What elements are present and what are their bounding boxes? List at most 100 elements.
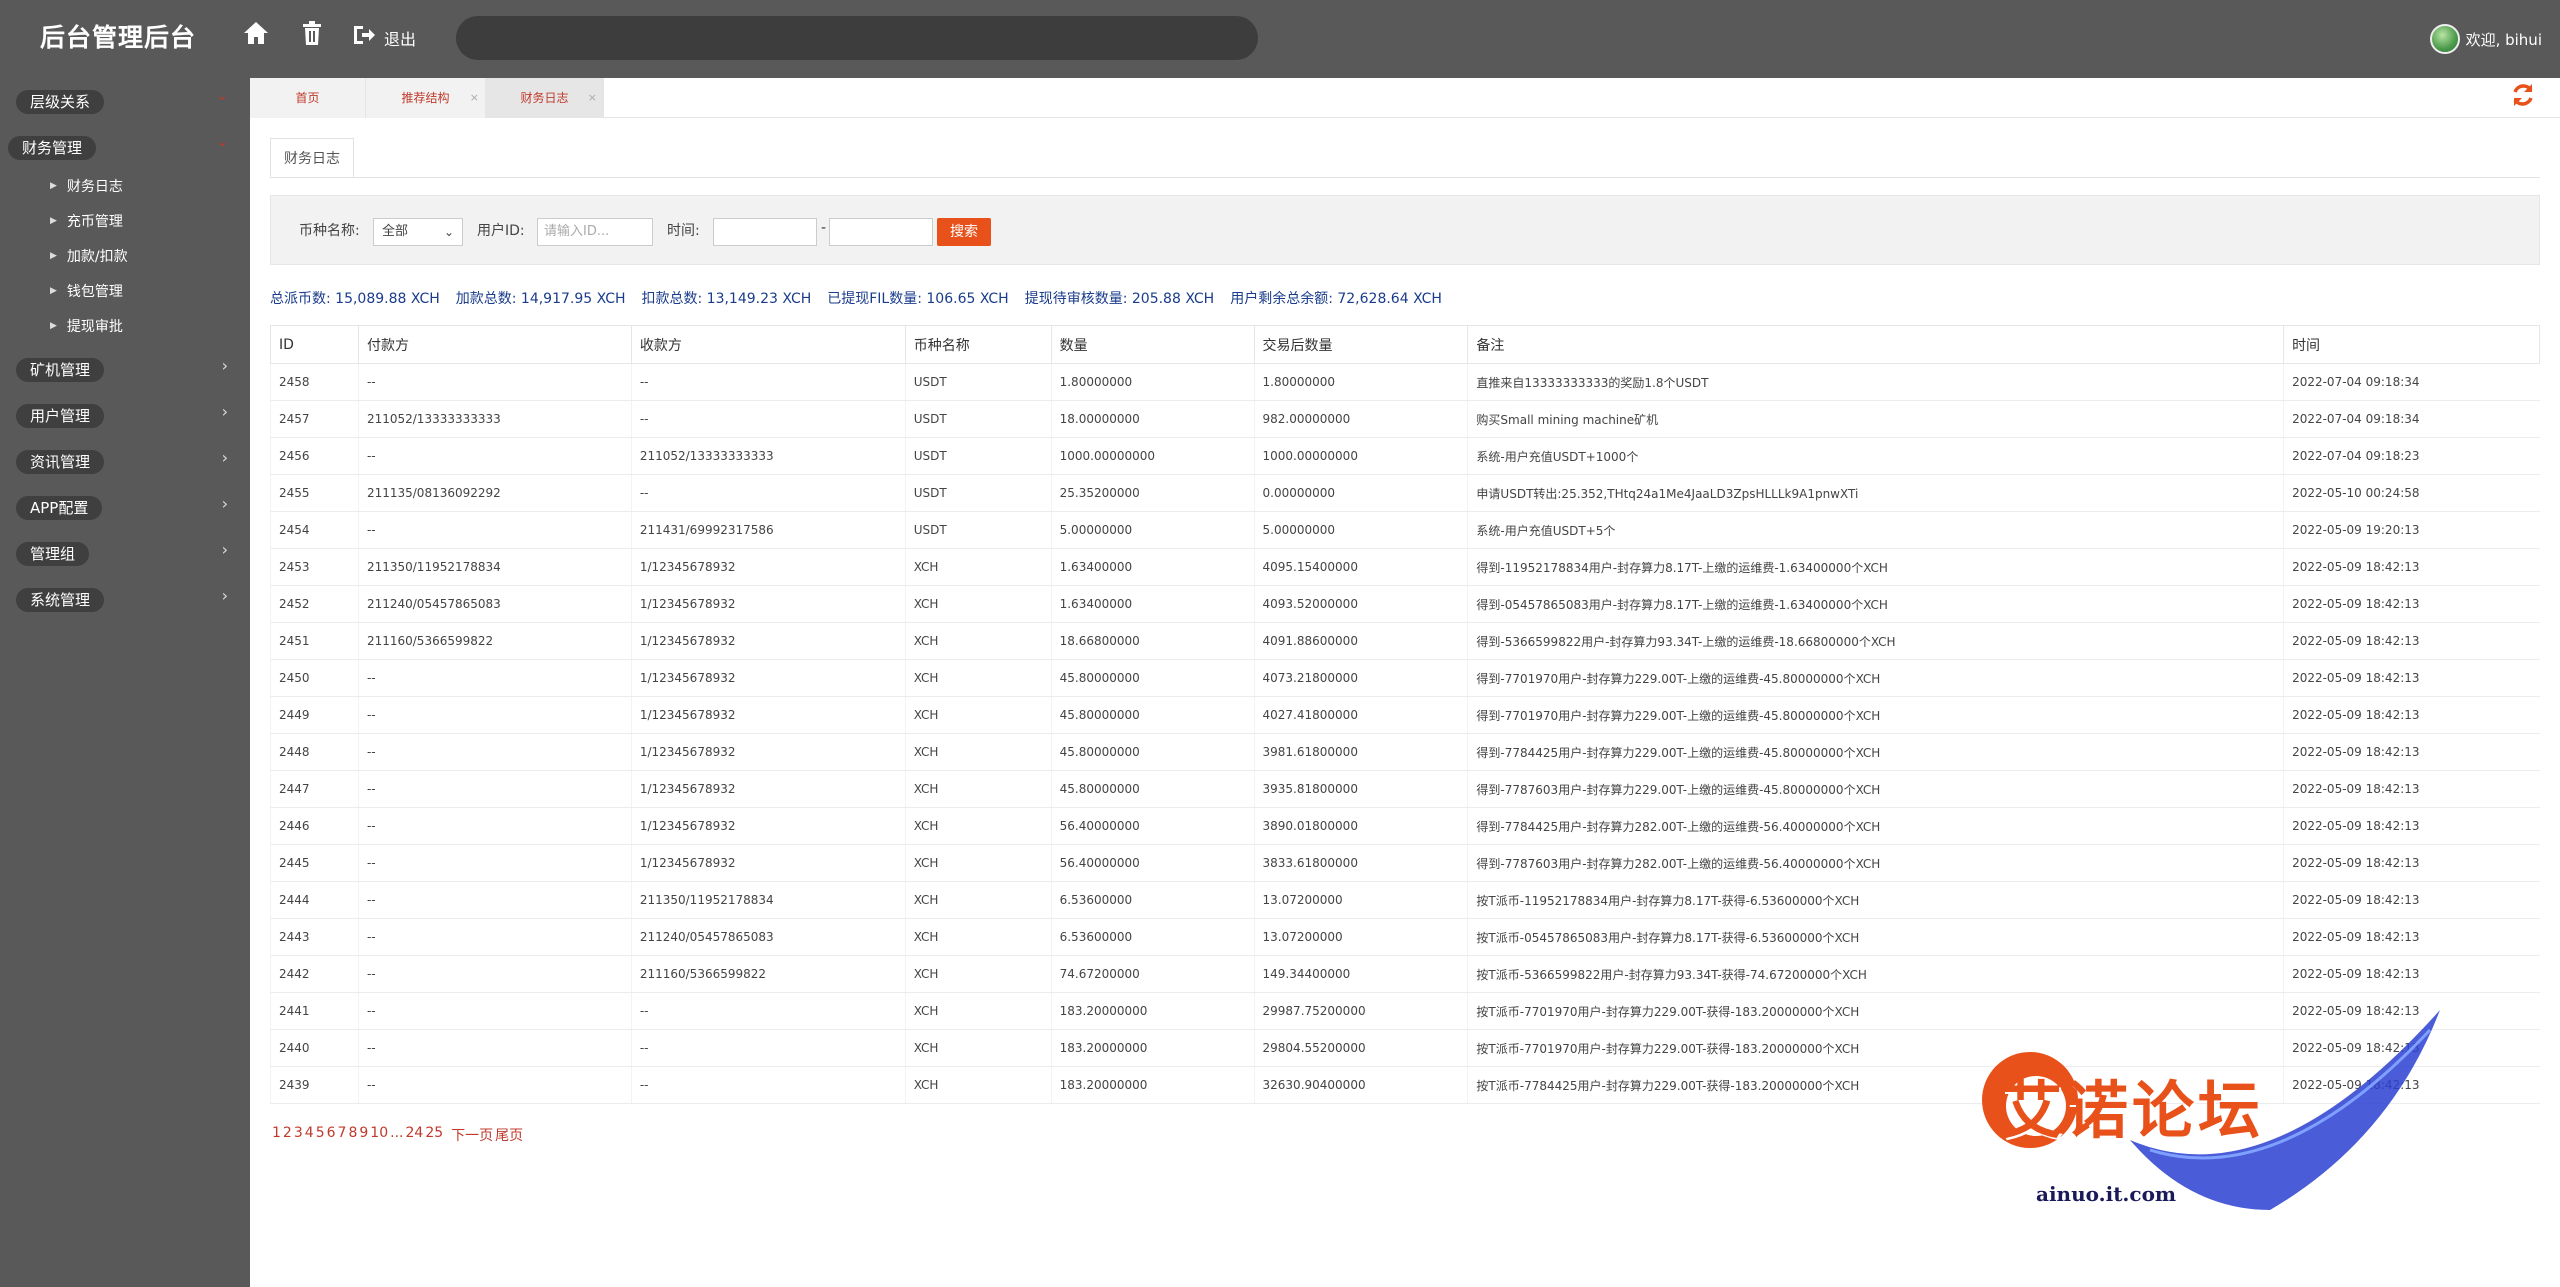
inner-tab-finance-log[interactable]: 财务日志 <box>270 138 354 178</box>
table-cell: 1/12345678932 <box>630 770 906 808</box>
user-id-label: 用户ID: <box>477 223 525 239</box>
table-cell: -- <box>357 511 632 549</box>
table-cell: 2456 <box>270 437 359 475</box>
tab-finance-log[interactable]: 财务日志 × <box>486 78 604 118</box>
trash-icon[interactable] <box>300 20 324 55</box>
user-id-input[interactable]: 请输入ID... <box>537 218 653 246</box>
table-cell: XCH <box>904 807 1052 845</box>
sidebar-item-withdraw-approval[interactable]: ▶ 提现审批 <box>50 316 123 336</box>
divider <box>270 177 2540 178</box>
sidebar-group-users[interactable]: 用户管理 › <box>0 400 250 432</box>
table-row: 2456 -- 211052/13333333333 USDT 1000.0000000… <box>270 437 2540 475</box>
table-cell: XCH <box>904 955 1052 993</box>
user-welcome[interactable]: 欢迎, bihui <box>2429 24 2542 54</box>
table-cell: 211160/5366599822 <box>357 622 632 660</box>
caret-right-icon: ▶ <box>50 286 57 296</box>
table-cell: 56.40000000 <box>1050 807 1255 845</box>
column-header: 备注 <box>1467 325 2285 364</box>
sidebar-group-label: APP配置 <box>16 496 103 520</box>
table-cell: 2439 <box>270 1066 359 1104</box>
column-header: 收款方 <box>630 325 906 364</box>
sidebar-item-label: 钱包管理 <box>66 284 123 300</box>
next-page-link[interactable]: 下一页 <box>451 1125 493 1145</box>
sidebar-group-system[interactable]: 系统管理 › <box>0 584 250 616</box>
table-row: 2445 -- 1/12345678932 XCH 56.40000000 3833.61… <box>270 844 2540 882</box>
sidebar-group-news[interactable]: 资讯管理 › <box>0 446 250 478</box>
sidebar-item-recharge[interactable]: ▶ 充币管理 <box>50 211 123 231</box>
table-cell: XCH <box>904 733 1052 771</box>
page-link[interactable]: 2 <box>283 1125 292 1145</box>
refresh-icon[interactable] <box>2510 82 2536 116</box>
table-row: 2454 -- 211431/69992317586 USDT 5.00000000 5.… <box>270 511 2540 549</box>
sidebar-group-label: 层级关系 <box>16 90 105 114</box>
top-search-input[interactable] <box>456 16 1258 60</box>
logout-button[interactable]: 退出 <box>352 24 416 52</box>
table-cell: 2452 <box>270 585 359 623</box>
start-date-input[interactable] <box>713 218 817 246</box>
chevron-down-icon: ⌄ <box>216 134 228 150</box>
welcome-text: 欢迎, bihui <box>2465 30 2542 49</box>
tab-referral[interactable]: 推荐结构 × <box>366 78 486 118</box>
sidebar-group-app-config[interactable]: APP配置 › <box>0 492 250 524</box>
table-cell: 2022-05-09 18:42:13 <box>2283 548 2540 586</box>
table-cell: 得到-7701970用户-封存算力229.00T-上缴的运维费-45.80000… <box>1467 696 2284 734</box>
search-button[interactable]: 搜索 <box>937 218 991 246</box>
table-cell: USDT <box>904 511 1052 549</box>
table-cell: 4027.41800000 <box>1253 696 1468 734</box>
table-header-row: ID 付款方 收款方 币种名称 数量 交易后数量 备注 时间 <box>270 325 2540 364</box>
page-link[interactable]: 4 <box>305 1125 314 1145</box>
page-link[interactable]: 7 <box>338 1125 347 1145</box>
page-link[interactable]: 10 <box>370 1125 388 1145</box>
table-cell: 得到-7701970用户-封存算力229.00T-上缴的运维费-45.80000… <box>1467 659 2284 697</box>
table-cell: XCH <box>904 881 1052 919</box>
table-cell: 2448 <box>270 733 359 771</box>
page-link[interactable]: 5 <box>316 1125 325 1145</box>
sidebar-group-finance[interactable]: 财务管理 ⌄ <box>0 132 250 164</box>
table-cell: 183.20000000 <box>1050 1029 1255 1067</box>
table-cell: 2457 <box>270 400 359 438</box>
pagination: 1 2 3 4 5 6 7 8 9 10 ... 24 25 下一页 尾页 <box>272 1125 523 1145</box>
close-icon[interactable]: × <box>588 78 597 118</box>
table-cell: 2022-05-09 18:42:13 <box>2283 770 2540 808</box>
avatar <box>2429 24 2460 54</box>
chevron-right-icon: › <box>221 448 228 467</box>
tab-home[interactable]: 首页 <box>250 78 366 118</box>
end-date-input[interactable] <box>829 218 933 246</box>
table-cell: 211160/5366599822 <box>630 955 906 993</box>
sign-out-icon <box>352 24 376 52</box>
last-page-link[interactable]: 尾页 <box>495 1125 523 1145</box>
page-link[interactable]: 6 <box>327 1125 336 1145</box>
chevron-right-icon: › <box>221 402 228 421</box>
table-cell: 1/12345678932 <box>630 548 906 586</box>
table-cell: 1/12345678932 <box>630 844 906 882</box>
sidebar-group-admin[interactable]: 管理组 › <box>0 538 250 570</box>
table-row: 2455 211135/08136092292 -- USDT 25.35200000 0… <box>270 474 2540 512</box>
page-link[interactable]: 3 <box>294 1125 303 1145</box>
page-link[interactable]: 8 <box>348 1125 357 1145</box>
sidebar-item-add-deduct[interactable]: ▶ 加款/扣款 <box>50 246 128 266</box>
page-link[interactable]: 1 <box>272 1125 281 1145</box>
table-cell: 1.80000000 <box>1050 363 1255 401</box>
page-link[interactable]: 24 <box>405 1125 423 1145</box>
table-cell: 29987.75200000 <box>1253 992 1468 1030</box>
table-cell: 3890.01800000 <box>1253 807 1468 845</box>
table-cell: XCH <box>904 622 1052 660</box>
close-icon[interactable]: × <box>470 78 479 118</box>
table-row: 2450 -- 1/12345678932 XCH 45.80000000 4073.21… <box>270 659 2540 697</box>
sidebar-item-wallet[interactable]: ▶ 钱包管理 <box>50 281 123 301</box>
finance-log-table: ID 付款方 收款方 币种名称 数量 交易后数量 备注 时间 2458 -- -- U… <box>270 325 2540 1104</box>
table-cell: 按T派币-05457865083用户-封存算力8.17T-获得-6.536000… <box>1467 918 2284 956</box>
table-cell: 1000.00000000 <box>1050 437 1255 475</box>
page-link[interactable]: 25 <box>425 1125 443 1145</box>
table-cell: 45.80000000 <box>1050 696 1255 734</box>
coin-select[interactable]: 全部 ⌄ <box>373 218 463 246</box>
sidebar-group-miner[interactable]: 矿机管理 › <box>0 354 250 386</box>
tab-label: 财务日志 <box>520 91 569 105</box>
date-separator: - <box>821 220 827 236</box>
table-cell: 45.80000000 <box>1050 659 1255 697</box>
sidebar-group-hierarchy[interactable]: 层级关系 ⌄ <box>0 86 250 118</box>
sidebar-item-finance-log[interactable]: ▶ 财务日志 <box>50 176 123 196</box>
table-cell: XCH <box>904 696 1052 734</box>
home-icon[interactable] <box>242 20 270 55</box>
page-link[interactable]: 9 <box>359 1125 368 1145</box>
